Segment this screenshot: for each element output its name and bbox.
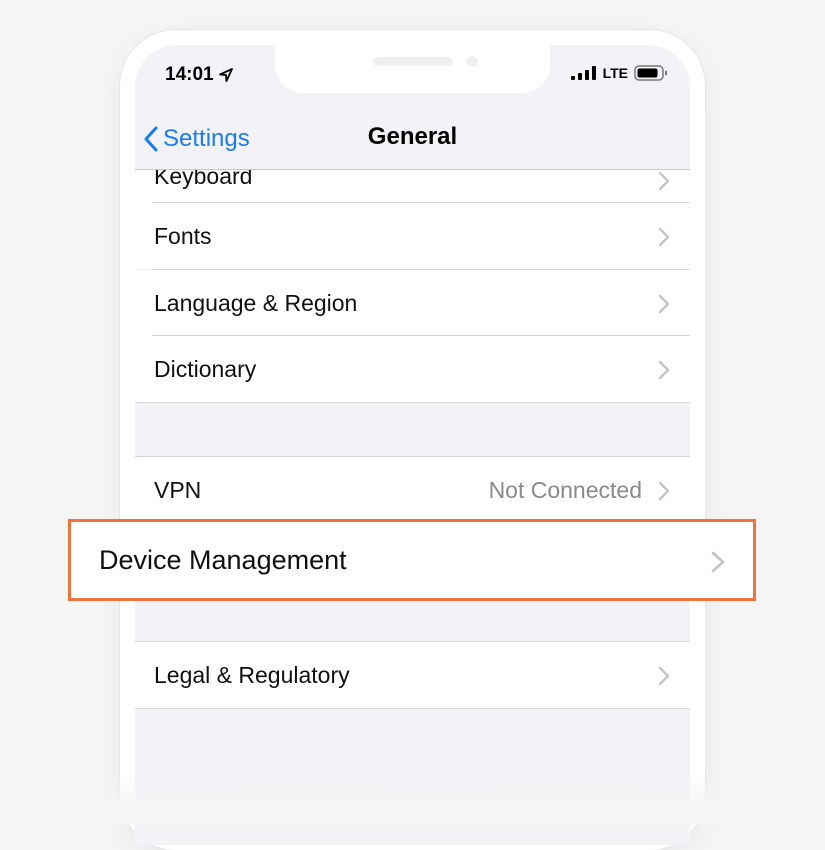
status-right: LTE [570, 65, 668, 81]
list-item-label: Legal & Regulatory [154, 661, 350, 688]
cellular-signal-icon [570, 66, 596, 80]
section-separator [135, 402, 690, 403]
status-time: 14:01 [165, 64, 234, 86]
list-item-device-management[interactable]: Device Management [68, 519, 756, 601]
navigation-bar: Settings General [135, 115, 690, 170]
notch [275, 45, 550, 93]
list-item-language-region[interactable]: Language & Region [135, 270, 690, 336]
list-item-fonts[interactable]: Fonts [135, 203, 690, 269]
section-separator [135, 708, 690, 709]
chevron-right-icon [711, 551, 725, 573]
list-item-vpn[interactable]: VPN Not Connected [135, 457, 690, 523]
bottom-fade [0, 770, 825, 825]
camera [467, 56, 478, 67]
status-time-text: 14:01 [165, 64, 214, 85]
speaker [373, 57, 453, 66]
list-item-label: Fonts [154, 222, 212, 249]
list-item-dictionary[interactable]: Dictionary [135, 336, 690, 402]
list-item-label: Device Management [99, 544, 347, 575]
vpn-status: Not Connected [488, 476, 642, 503]
network-type: LTE [602, 65, 628, 81]
chevron-right-icon [658, 360, 670, 380]
chevron-right-icon [658, 171, 670, 191]
page-title: General [367, 123, 458, 150]
list-item-legal-regulatory[interactable]: Legal & Regulatory [135, 642, 690, 708]
chevron-right-icon [658, 294, 670, 314]
chevron-right-icon [658, 481, 670, 501]
list-item-label: Dictionary [154, 355, 257, 382]
location-arrow-icon [218, 68, 233, 82]
chevron-right-icon [658, 227, 670, 247]
chevron-right-icon [658, 666, 670, 686]
battery-icon [634, 65, 667, 81]
list-item-label: VPN [154, 476, 202, 503]
list-item-label: Language & Region [154, 289, 358, 316]
phone-screen: 14:01 LTE Settings General Keyboard Font… [135, 45, 690, 845]
